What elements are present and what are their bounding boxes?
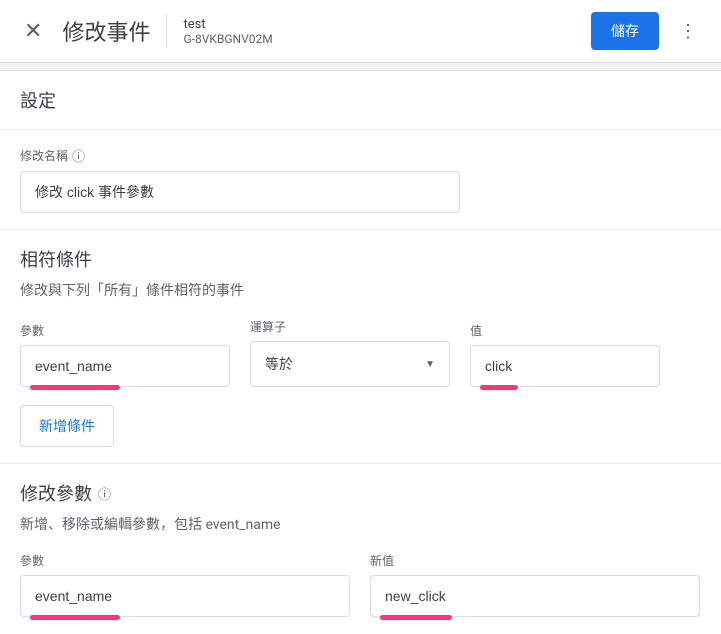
highlight-underline — [480, 385, 518, 390]
modify-newval-label: 新值 — [370, 552, 700, 569]
modify-row: 參數 新值 — [20, 552, 701, 617]
modify-params-heading: 修改參數 ⓘ — [20, 480, 701, 506]
conditions-heading: 相符條件 — [20, 246, 701, 272]
property-info: test G-8VKBGNV02M — [183, 17, 591, 46]
condition-value-input[interactable] — [470, 345, 660, 387]
value-label: 值 — [470, 322, 660, 339]
save-button[interactable]: 儲存 — [591, 12, 659, 50]
add-condition-button[interactable]: 新增條件 — [20, 405, 114, 447]
param-label: 參數 — [20, 322, 230, 339]
operator-label: 運算子 — [250, 318, 450, 335]
modify-param-label: 參數 — [20, 552, 350, 569]
chevron-down-icon: ▼ — [425, 359, 435, 370]
property-name: test — [183, 17, 591, 32]
modify-params-desc: 新增、移除或編輯參數，包括 event_name — [20, 514, 701, 534]
more-vertical-icon: ⋮ — [679, 21, 697, 41]
condition-operator-field: 運算子 等於 ▼ — [250, 318, 450, 387]
modify-name-input[interactable] — [20, 171, 460, 213]
modify-params-section: 修改參數 ⓘ 新增、移除或編輯參數，包括 event_name 參數 新值 — [0, 464, 721, 633]
conditions-desc: 修改與下列「所有」條件相符的事件 — [20, 280, 701, 300]
modify-newval-field: 新值 — [370, 552, 700, 617]
condition-operator-select[interactable]: 等於 ▼ — [250, 341, 450, 387]
condition-row: 參數 運算子 等於 ▼ 值 — [20, 318, 701, 387]
highlight-underline — [380, 615, 452, 620]
page-title: 修改事件 — [62, 15, 150, 47]
operator-value: 等於 — [265, 354, 293, 374]
highlight-underline — [30, 385, 120, 390]
settings-section: 設定 — [0, 71, 721, 130]
header-spacer — [0, 63, 721, 71]
condition-param-input[interactable] — [20, 345, 230, 387]
header-divider — [166, 15, 167, 47]
condition-value-field: 值 — [470, 322, 660, 387]
help-icon[interactable]: ⓘ — [72, 146, 85, 165]
condition-param-field: 參數 — [20, 322, 230, 387]
close-icon: ✕ — [24, 18, 42, 43]
highlight-underline — [30, 615, 120, 620]
help-icon[interactable]: ⓘ — [98, 484, 111, 503]
close-button[interactable]: ✕ — [16, 14, 50, 48]
header-bar: ✕ 修改事件 test G-8VKBGNV02M 儲存 ⋮ — [0, 0, 721, 63]
property-id: G-8VKBGNV02M — [183, 32, 591, 46]
modify-param-field: 參數 — [20, 552, 350, 617]
modify-name-label: 修改名稱 ⓘ — [20, 146, 701, 165]
modify-newval-input[interactable] — [370, 575, 700, 617]
name-section: 修改名稱 ⓘ — [0, 130, 721, 229]
settings-heading: 設定 — [20, 87, 701, 113]
conditions-section: 相符條件 修改與下列「所有」條件相符的事件 參數 運算子 等於 ▼ 值 新增條件 — [0, 230, 721, 463]
modify-param-input[interactable] — [20, 575, 350, 617]
more-menu-button[interactable]: ⋮ — [671, 17, 705, 46]
